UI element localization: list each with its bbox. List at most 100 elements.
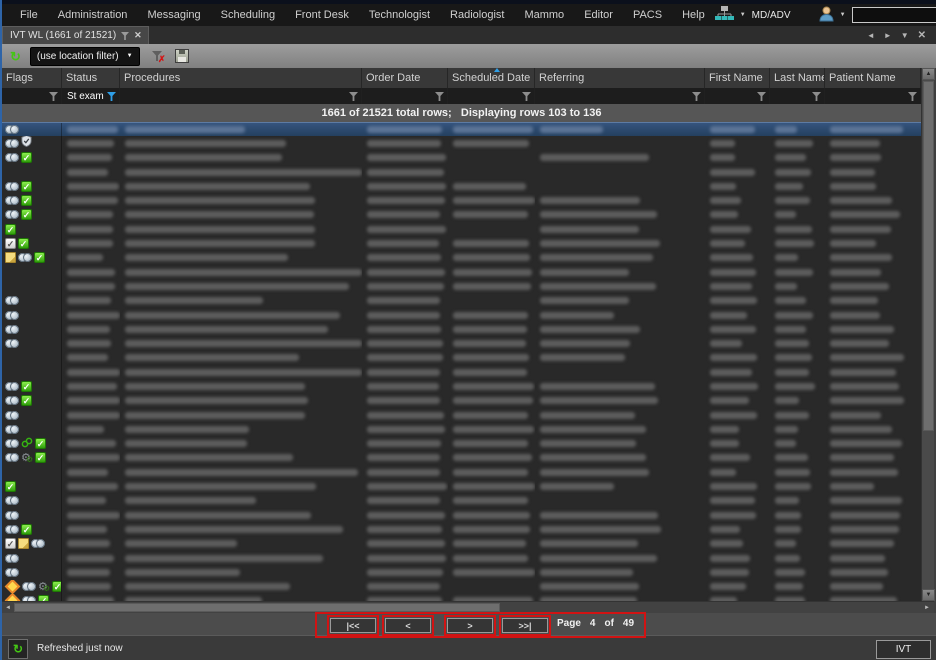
- table-row[interactable]: [2, 294, 921, 308]
- table-row[interactable]: [2, 265, 921, 279]
- column-header-scheduled-date[interactable]: Scheduled Date: [448, 68, 535, 88]
- scroll-up-icon[interactable]: ▲: [922, 68, 935, 80]
- filter-cell-first-name[interactable]: [705, 88, 770, 104]
- table-row[interactable]: [2, 408, 921, 422]
- table-row[interactable]: [2, 365, 921, 379]
- filter-cell-referring[interactable]: [535, 88, 705, 104]
- menu-item-technologist[interactable]: Technologist: [359, 9, 440, 21]
- table-row[interactable]: [2, 165, 921, 179]
- table-row[interactable]: [2, 494, 921, 508]
- column-header-patient-name[interactable]: Patient Name: [825, 68, 921, 88]
- table-row[interactable]: ✓: [2, 193, 921, 207]
- filter-funnel-icon[interactable]: [435, 92, 444, 101]
- table-row[interactable]: ✓: [2, 151, 921, 165]
- column-header-procedures[interactable]: Procedures: [120, 68, 362, 88]
- save-layout-icon[interactable]: [174, 49, 190, 63]
- search-input[interactable]: [852, 7, 936, 23]
- menu-item-messaging[interactable]: Messaging: [137, 9, 210, 21]
- table-row[interactable]: ✓: [2, 537, 921, 551]
- ivt-button[interactable]: IVT: [876, 640, 931, 659]
- table-row[interactable]: ✓✓: [2, 236, 921, 250]
- filter-funnel-icon[interactable]: [812, 92, 821, 101]
- column-header-order-date[interactable]: Order Date: [362, 68, 448, 88]
- user-dropdown-caret[interactable]: ▼: [840, 12, 846, 18]
- menu-item-front-desk[interactable]: Front Desk: [285, 9, 359, 21]
- filter-funnel-icon[interactable]: [757, 92, 766, 101]
- tab-scroll-right-icon[interactable]: ►: [884, 31, 892, 40]
- table-row[interactable]: ⚙✓: [2, 451, 921, 465]
- status-refresh-button[interactable]: ↻: [8, 639, 28, 659]
- vertical-scrollbar[interactable]: ▲ ▼: [921, 68, 934, 601]
- filter-cell-flags[interactable]: [2, 88, 62, 104]
- filter-cell-order-date[interactable]: [362, 88, 448, 104]
- filter-funnel-icon[interactable]: [908, 92, 917, 101]
- filter-cell-last-name[interactable]: [770, 88, 825, 104]
- prev-page-button[interactable]: <: [385, 618, 431, 633]
- column-header-first-name[interactable]: First Name: [705, 68, 770, 88]
- table-row[interactable]: [2, 279, 921, 293]
- filter-funnel-icon[interactable]: [49, 92, 58, 101]
- table-row[interactable]: ✓: [2, 251, 921, 265]
- table-row[interactable]: [2, 351, 921, 365]
- table-row[interactable]: ✓: [2, 394, 921, 408]
- menu-item-radiologist[interactable]: Radiologist: [440, 9, 514, 21]
- table-row[interactable]: [2, 136, 921, 150]
- column-header-flags[interactable]: Flags: [2, 68, 62, 88]
- table-row[interactable]: [2, 336, 921, 350]
- first-page-button[interactable]: |<<: [330, 618, 376, 633]
- table-row[interactable]: [2, 422, 921, 436]
- scroll-down-icon[interactable]: ▼: [922, 589, 935, 601]
- horizontal-scrollbar-thumb[interactable]: [14, 603, 500, 612]
- hierarchy-dropdown-caret[interactable]: ▼: [740, 12, 746, 18]
- filter-cell-procedures[interactable]: [120, 88, 362, 104]
- tab-scroll-left-icon[interactable]: ◄: [867, 31, 875, 40]
- filter-cell-patient-name[interactable]: [825, 88, 921, 104]
- table-row[interactable]: ✓: [2, 222, 921, 236]
- clear-filter-icon[interactable]: ✗: [149, 49, 165, 63]
- table-row[interactable]: [2, 508, 921, 522]
- menu-item-scheduling[interactable]: Scheduling: [211, 9, 285, 21]
- filter-cell-status[interactable]: St exam: [62, 88, 120, 104]
- menu-item-mammo[interactable]: Mammo: [514, 9, 574, 21]
- column-header-last-name[interactable]: Last Name: [770, 68, 825, 88]
- table-row[interactable]: [2, 551, 921, 565]
- table-row[interactable]: ✓: [2, 437, 921, 451]
- filter-cell-scheduled-date[interactable]: [448, 88, 535, 104]
- table-row[interactable]: [2, 465, 921, 479]
- tab-close-icon[interactable]: ✕: [134, 30, 142, 41]
- table-row[interactable]: [2, 565, 921, 579]
- last-page-button[interactable]: >>|: [502, 618, 548, 633]
- blurred-text: [67, 340, 111, 347]
- tab-list-icon[interactable]: ▼: [901, 31, 909, 40]
- table-row[interactable]: [2, 122, 921, 136]
- table-row[interactable]: ✓: [2, 522, 921, 536]
- column-header-status[interactable]: Status: [62, 68, 120, 88]
- filter-funnel-icon[interactable]: [107, 92, 116, 101]
- table-row[interactable]: [2, 322, 921, 336]
- filter-funnel-icon[interactable]: [692, 92, 701, 101]
- tabbar-close-icon[interactable]: ✕: [918, 30, 926, 41]
- table-row[interactable]: ✓: [2, 479, 921, 493]
- table-row[interactable]: ✓: [2, 379, 921, 393]
- tab-ivt-wl[interactable]: IVT WL (1661 of 21521) ✕: [2, 26, 149, 44]
- scroll-right-icon[interactable]: ►: [921, 602, 933, 613]
- next-page-button[interactable]: >: [447, 618, 493, 633]
- column-header-referring[interactable]: Referring: [535, 68, 705, 88]
- table-row[interactable]: [2, 308, 921, 322]
- vertical-scrollbar-thumb[interactable]: [923, 81, 934, 431]
- menu-item-pacs[interactable]: PACS: [623, 9, 672, 21]
- table-row[interactable]: ✓: [2, 208, 921, 222]
- menu-item-editor[interactable]: Editor: [574, 9, 623, 21]
- menu-item-file[interactable]: File: [10, 9, 48, 21]
- filter-funnel-icon[interactable]: [349, 92, 358, 101]
- table-row[interactable]: ✓: [2, 179, 921, 193]
- menu-item-help[interactable]: Help: [672, 9, 715, 21]
- refresh-icon[interactable]: ↻: [10, 50, 21, 63]
- menu-item-administration[interactable]: Administration: [48, 9, 138, 21]
- table-row[interactable]: ⚙✓: [2, 580, 921, 594]
- filter-funnel-icon[interactable]: [522, 92, 531, 101]
- user-icon[interactable]: [819, 6, 834, 25]
- scroll-left-icon[interactable]: ◄: [2, 602, 14, 613]
- location-filter-dropdown[interactable]: (use location filter) ▼: [30, 47, 140, 66]
- hierarchy-icon[interactable]: [715, 6, 734, 24]
